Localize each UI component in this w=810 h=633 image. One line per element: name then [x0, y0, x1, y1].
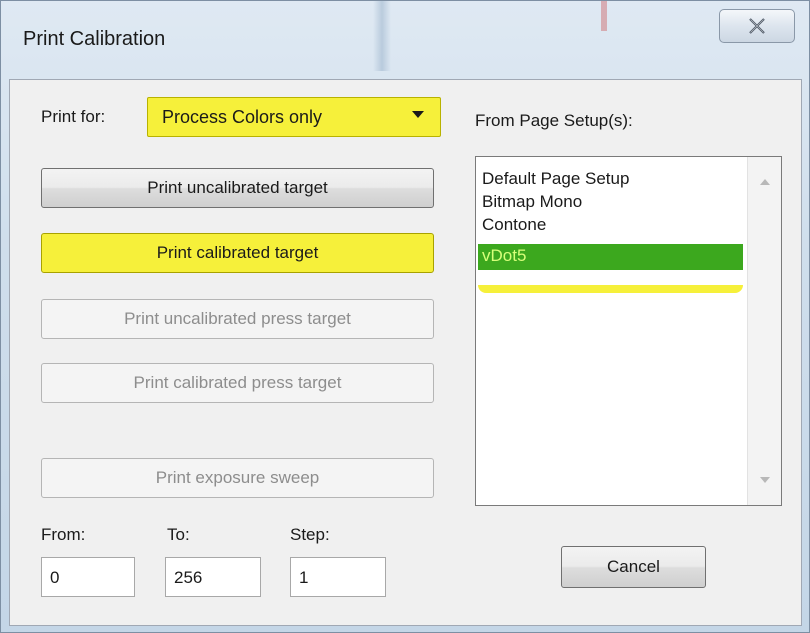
print-uncalibrated-press-target-button[interactable]: Print uncalibrated press target [41, 299, 434, 339]
listbox-scrollbar[interactable] [747, 157, 781, 505]
from-label: From: [41, 525, 86, 544]
step-input[interactable]: 1 [290, 557, 386, 597]
glass-reflection-accent [601, 1, 607, 31]
to-label: To: [167, 525, 190, 544]
highlighter-mark [478, 285, 743, 293]
print-calibrated-target-button[interactable]: Print calibrated target [41, 233, 434, 273]
print-calibration-window: Print Calibration Print for: Process Col… [0, 0, 810, 633]
step-value: 1 [299, 568, 309, 587]
chevron-down-icon [412, 111, 424, 118]
title-bar[interactable]: Print Calibration [1, 1, 809, 79]
print-calibrated-press-target-button[interactable]: Print calibrated press target [41, 363, 434, 403]
close-icon [749, 18, 765, 34]
print-for-selected-value: Process Colors only [162, 107, 323, 127]
close-button[interactable] [719, 9, 795, 43]
list-item[interactable]: Bitmap Mono [482, 191, 582, 213]
list-item[interactable]: Default Page Setup [482, 168, 629, 190]
cancel-button[interactable]: Cancel [561, 546, 706, 588]
step-label: Step: [290, 525, 330, 544]
print-for-label: Print for: [41, 107, 106, 126]
window-title: Print Calibration [23, 28, 166, 50]
page-setups-listbox[interactable]: Default Page Setup Bitmap Mono Contone v… [475, 156, 782, 506]
from-input[interactable]: 0 [41, 557, 135, 597]
print-for-dropdown[interactable]: Process Colors only [147, 97, 441, 137]
from-value: 0 [50, 568, 60, 587]
scroll-up-icon[interactable] [760, 179, 770, 185]
print-exposure-sweep-button[interactable]: Print exposure sweep [41, 458, 434, 498]
glass-reflection [373, 1, 391, 71]
page-setups-label: From Page Setup(s): [475, 111, 633, 130]
scroll-down-icon[interactable] [760, 477, 770, 483]
to-value: 256 [174, 568, 203, 587]
to-input[interactable]: 256 [165, 557, 261, 597]
list-item-selected[interactable]: vDot5 [478, 244, 743, 270]
print-uncalibrated-target-button[interactable]: Print uncalibrated target [41, 168, 434, 208]
list-item[interactable]: Contone [482, 214, 546, 236]
